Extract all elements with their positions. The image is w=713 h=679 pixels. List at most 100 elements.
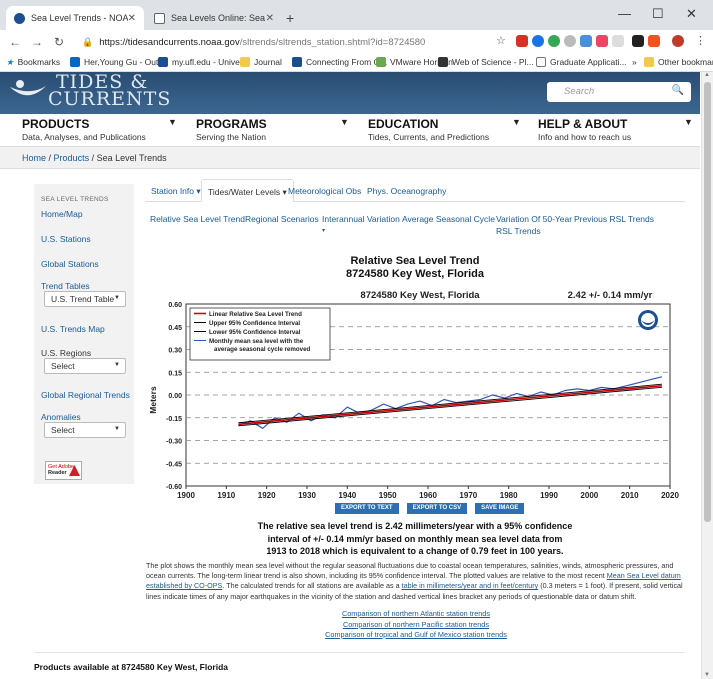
y-tick-label: 0.60 [168, 302, 182, 309]
comparison-gulf-link[interactable]: Comparison of tropical and Gulf of Mexic… [146, 630, 686, 641]
maximize-icon[interactable]: ☐ [652, 6, 664, 22]
close-tab-icon[interactable]: ✕ [266, 13, 274, 24]
nav-education[interactable]: EDUCATION Tides, Currents, and Predictio… [368, 117, 489, 142]
y-tick-label: 0.30 [168, 348, 182, 355]
link-regional-scenarios[interactable]: Regional Scenarios [245, 214, 319, 224]
trend-table-link[interactable]: table in millimeters/year and in feet/ce… [402, 581, 539, 590]
breadcrumb-products[interactable]: Products [54, 153, 90, 163]
export-buttons: EXPORT TO TEXT EXPORT TO CSV SAVE IMAGE [335, 503, 525, 514]
x-tick-label: 2020 [661, 491, 679, 500]
nav-help-about[interactable]: HELP & ABOUT Info and how to reach us [538, 117, 631, 142]
star-icon[interactable]: ☆ [496, 34, 506, 47]
extension-icon[interactable] [580, 35, 592, 47]
chart-ylabel: Meters [148, 386, 158, 414]
tab-tides-water-levels[interactable]: Tides/Water Levels ▾ [201, 179, 294, 202]
chevron-down-icon[interactable]: ▼ [340, 117, 349, 127]
sidebar-item-home-map[interactable]: Home/Map [41, 209, 83, 219]
extension-icon[interactable] [564, 35, 576, 47]
chevron-down-icon[interactable]: ▼ [512, 117, 521, 127]
trend-summary: The relative sea level trend is 2.42 mil… [257, 521, 573, 556]
scroll-up-icon[interactable]: ▲ [704, 72, 710, 78]
page-title: Relative Sea Level Trend 8724580 Key Wes… [346, 255, 484, 280]
extension-icon[interactable] [648, 35, 660, 47]
chevron-down-icon: ▼ [114, 426, 120, 432]
us-regions-select[interactable]: Select ▼ [44, 358, 126, 374]
sidebar-item-global-stations[interactable]: Global Stations [41, 259, 99, 269]
profile-avatar[interactable] [672, 35, 684, 47]
breadcrumb-home[interactable]: Home [22, 153, 46, 163]
tab-sea-levels-online[interactable]: Sea Levels Online: Sea Level Varia ✕ [146, 6, 282, 30]
link-relative-sea-level-trend[interactable]: Relative Sea Level Trend [150, 214, 245, 224]
search-icon[interactable]: 🔍 [672, 85, 684, 96]
tab-sea-level-trends[interactable]: Sea Level Trends - NOAA Tides & ✕ [6, 6, 144, 30]
breadcrumb-current: Sea Level Trends [96, 153, 167, 163]
chevron-down-icon[interactable]: ▼ [684, 117, 693, 127]
sidebar-item-global-regional-trends[interactable]: Global Regional Trends [41, 390, 130, 400]
new-tab-icon[interactable]: + [286, 10, 294, 26]
chevron-down-icon: ▼ [114, 295, 120, 301]
bookmark-item[interactable]: Web of Science - Pl... [438, 57, 534, 67]
export-csv-button[interactable]: EXPORT TO CSV [406, 503, 468, 514]
x-tick-label: 1990 [540, 491, 558, 500]
tab-phys-oceanography[interactable]: Phys. Oceanography [361, 179, 452, 202]
nav-products[interactable]: PRODUCTS Data, Analyses, and Publication… [22, 117, 146, 142]
close-tab-icon[interactable]: ✕ [128, 13, 136, 24]
menu-icon[interactable]: ⋮ [695, 34, 706, 47]
extension-icon[interactable] [596, 35, 608, 47]
products-heading: Products available at 8724580 Key West, … [34, 662, 229, 672]
sea-level-chart: 8724580 Key West, Florida 2.42 +/- 0.14 … [148, 286, 688, 500]
sidebar-heading: SEA LEVEL TRENDS [41, 196, 109, 203]
comparison-atlantic-link[interactable]: Comparison of northern Atlantic station … [146, 609, 686, 620]
export-text-button[interactable]: EXPORT TO TEXT [335, 503, 399, 514]
extension-icon[interactable] [612, 35, 624, 47]
link-average-seasonal-cycle[interactable]: Average Seasonal Cycle [402, 214, 495, 224]
bookmark-favicon-icon [438, 57, 448, 67]
legend-label: Lower 95% Confidence Interval [209, 329, 301, 336]
bookmark-item[interactable]: Graduate Applicati... [536, 57, 627, 67]
noaa-favicon-icon [14, 12, 25, 24]
comparison-pacific-link[interactable]: Comparison of northern Pacific station t… [146, 620, 686, 631]
lock-icon: 🔒 [82, 36, 94, 47]
bookmark-item[interactable]: Her,Young Gu - Out... [70, 57, 165, 67]
bookmark-item[interactable]: Journal [240, 57, 282, 67]
minimize-icon[interactable]: — [618, 6, 631, 21]
scrollbar-thumb[interactable] [704, 82, 711, 522]
bookmark-item[interactable]: my.ufl.edu - Univer... [158, 57, 249, 67]
close-window-icon[interactable]: ✕ [686, 6, 697, 22]
anomalies-select[interactable]: Select ▼ [44, 422, 126, 438]
extension-icon[interactable] [632, 35, 644, 47]
y-tick-label: -0.30 [166, 439, 182, 446]
sidebar-item-us-trends-map[interactable]: U.S. Trends Map [41, 324, 105, 334]
adobe-reader-badge[interactable]: Get Adobe Reader [45, 461, 82, 480]
forward-icon[interactable]: → [30, 35, 44, 49]
link-interannual-variation[interactable]: Interannual Variation ▾ [322, 214, 400, 234]
url-field[interactable]: 🔒 https://tidesandcurrents.noaa.gov/sltr… [82, 34, 425, 50]
station-tabs: Station Info ▾ Tides/Water Levels ▾ Mete… [145, 179, 685, 202]
tab-station-info[interactable]: Station Info ▾ [145, 179, 207, 202]
tab-meteorological-obs[interactable]: Meteorological Obs [282, 179, 367, 202]
page-scrollbar[interactable]: ▲ ▼ [701, 72, 713, 679]
sidebar-item-us-stations[interactable]: U.S. Stations [41, 234, 91, 244]
back-icon[interactable]: ← [8, 35, 22, 49]
bookmark-item[interactable]: ★ Bookmarks [6, 57, 60, 67]
nav-programs[interactable]: PROGRAMS Serving the Nation [196, 117, 267, 142]
reload-icon[interactable]: ↻ [52, 35, 66, 49]
site-search-input[interactable]: Search 🔍 [547, 82, 691, 102]
link-variation-of-50-year[interactable]: Variation Of 50-Year RSL Trends [496, 213, 572, 237]
other-bookmarks[interactable]: Other bookmarks [644, 57, 713, 67]
link-previous-rsl-trends[interactable]: Previous RSL Trends [574, 214, 654, 224]
site-logo-text[interactable]: TIDES & CURRENTS [48, 73, 171, 109]
bookmarks-overflow-icon[interactable]: » [632, 57, 637, 67]
extension-icon[interactable] [516, 35, 528, 47]
chevron-down-icon[interactable]: ▼ [168, 117, 177, 127]
trend-table-select[interactable]: U.S. Trend Table ▼ [44, 291, 126, 307]
bookmark-item[interactable]: Connecting From O... [292, 57, 387, 67]
y-tick-label: 0.15 [168, 370, 182, 377]
chart-header-rate: 2.42 +/- 0.14 mm/yr [568, 290, 653, 301]
tab-title: Sea Level Trends - NOAA Tides & [31, 13, 128, 23]
save-image-button[interactable]: SAVE IMAGE [475, 503, 525, 514]
extension-icon[interactable] [532, 35, 544, 47]
extension-icon[interactable] [548, 35, 560, 47]
scroll-down-icon[interactable]: ▼ [704, 672, 710, 678]
noaa-logo-icon[interactable] [8, 78, 48, 100]
